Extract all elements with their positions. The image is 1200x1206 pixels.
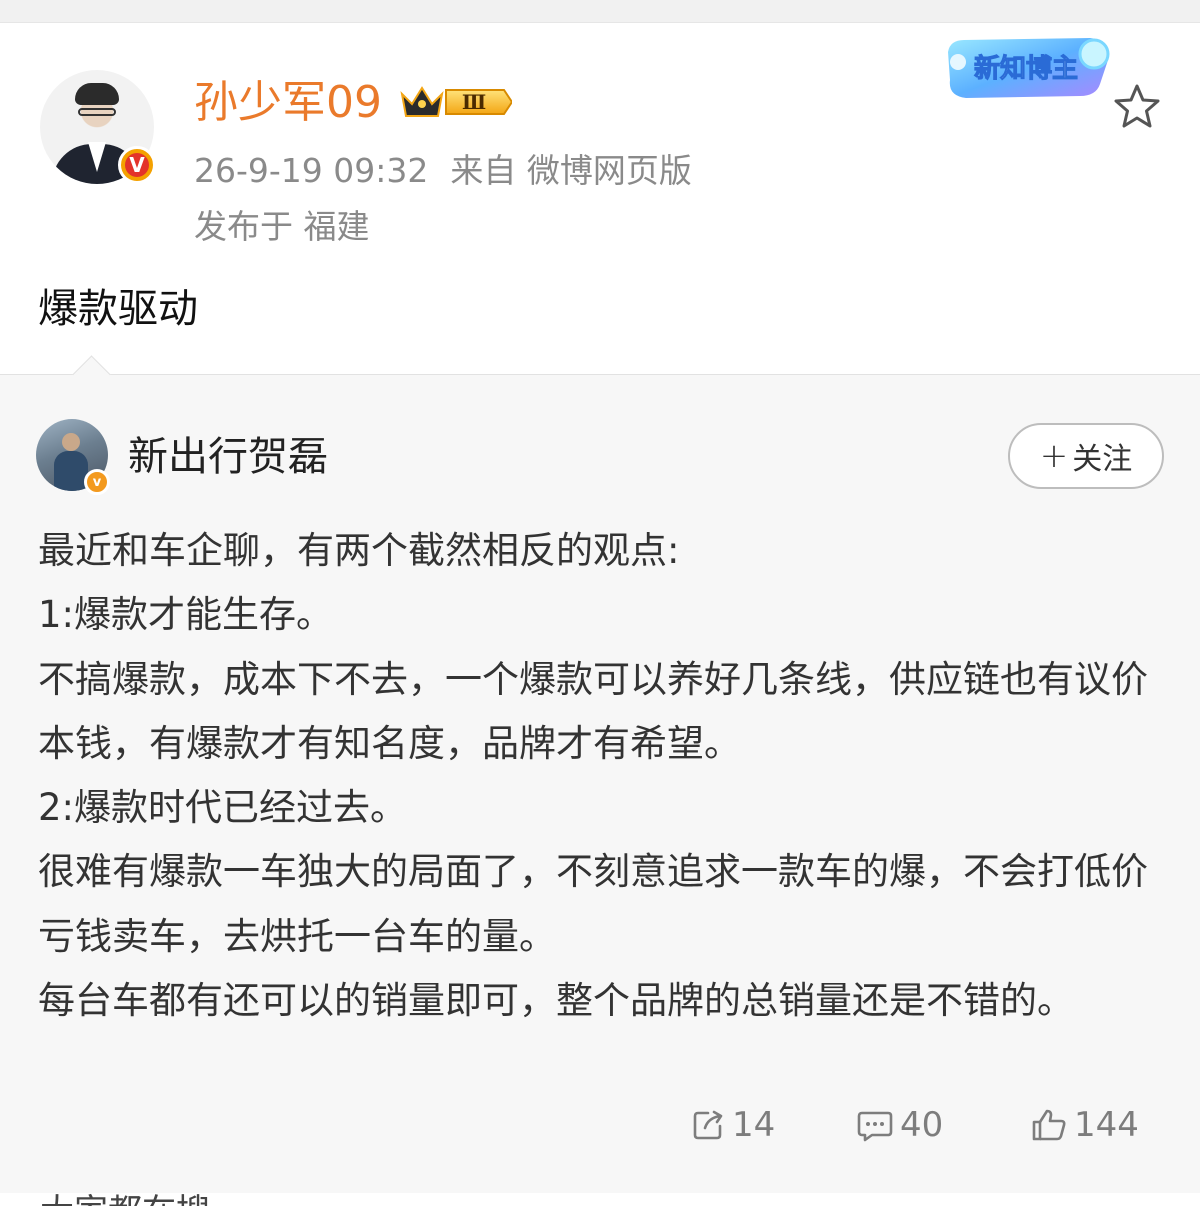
repost-paragraph: 最近和车企聊，有两个截然相反的观点: — [38, 529, 680, 572]
top-strip — [0, 0, 1200, 23]
repost-verified-badge-icon: v — [84, 469, 110, 495]
badge-text: 新知博主 — [974, 53, 1078, 84]
thumbs-up-icon — [1032, 1109, 1066, 1141]
post-text: 爆款驱动 — [38, 286, 198, 332]
repost-paragraph: 1:爆款才能生存。 — [38, 593, 334, 637]
vip-level: Ⅲ — [462, 90, 486, 114]
action-bar: 14 40 144 — [0, 1105, 1200, 1155]
post-meta: 26-9-19 09:32 来自 微博网页版 — [194, 150, 692, 192]
next-item-partial: 大家都在搜 — [40, 1192, 210, 1206]
verified-badge-icon: V — [118, 146, 156, 184]
repost-paragraph: 很难有爆款一车独大的局面了，不刻意追求一款车的爆，不会打低价亏钱卖车，去烘托一台… — [38, 850, 1148, 958]
favorite-star-icon[interactable] — [1110, 80, 1164, 134]
vip-crown-icon: Ⅲ — [400, 86, 512, 117]
share-button[interactable]: 14 — [690, 1105, 775, 1145]
repost-author-name[interactable]: 新出行贺磊 — [128, 433, 328, 481]
share-icon — [693, 1110, 723, 1140]
repost-paragraph: 每台车都有还可以的销量即可，整个品牌的总销量还是不错的。 — [38, 979, 1074, 1023]
plus-icon: + — [1039, 436, 1069, 476]
post-location: 发布于 福建 — [194, 207, 370, 246]
follow-button[interactable]: + 关注 — [1008, 423, 1164, 489]
like-count: 144 — [1074, 1105, 1139, 1145]
comment-icon — [857, 1111, 893, 1142]
follow-label: 关注 — [1072, 442, 1133, 477]
like-button[interactable]: 144 — [1030, 1105, 1139, 1145]
post-time: 26-9-19 09:32 — [194, 151, 429, 190]
reposted-card[interactable]: v 新出行贺磊 + 关注 最近和车企聊，有两个截然相反的观点: 1:爆款才能生存。… — [0, 355, 1200, 1193]
post-source: 来自 微博网页版 — [450, 151, 692, 190]
new-knowledge-blogger-badge[interactable]: 新知博主 — [940, 32, 1120, 104]
author-name[interactable]: 孙少军09 — [194, 78, 382, 128]
repost-paragraph: 不搞爆款，成本下不去，一个爆款可以养好几条线，供应链也有议价本钱，有爆款才有知名… — [38, 657, 1148, 765]
comment-count: 40 — [900, 1105, 944, 1145]
repost-body: 最近和车企聊，有两个截然相反的观点: 1:爆款才能生存。 不搞爆款，成本下不去，… — [38, 519, 1168, 1033]
repost-paragraph: 2:爆款时代已经过去。 — [38, 786, 408, 830]
card-notch — [72, 355, 111, 394]
share-count: 14 — [732, 1105, 776, 1145]
comment-button[interactable]: 40 — [856, 1105, 943, 1145]
